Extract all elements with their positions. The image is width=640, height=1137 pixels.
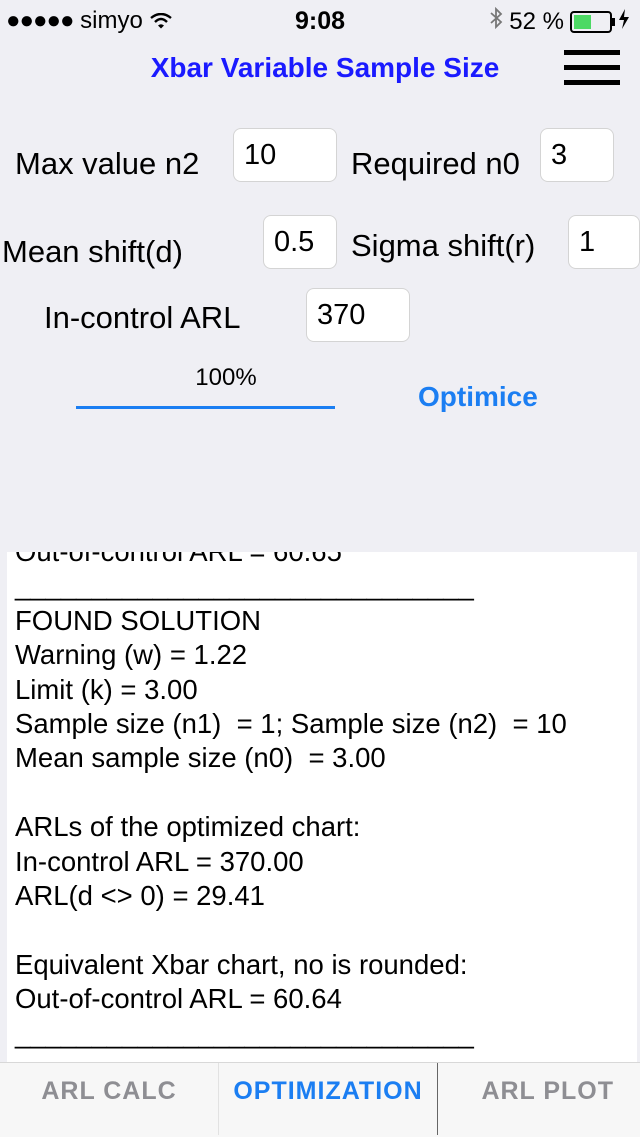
results-text-view[interactable]: Out-of-control ARL = 60.65 _____________…: [7, 552, 637, 1062]
tab-arl-plot[interactable]: ARL PLOT: [438, 1063, 640, 1137]
max-n2-label: Max value n2: [15, 146, 200, 181]
required-n0-label: Required n0: [351, 146, 520, 181]
tab-optimization[interactable]: OPTIMIZATION: [219, 1063, 437, 1137]
page-title: Xbar Variable Sample Size: [150, 52, 500, 83]
progress-fill: [76, 406, 335, 409]
required-n0-input[interactable]: 3: [540, 128, 614, 182]
charging-icon: [618, 8, 630, 36]
battery-icon: [570, 10, 615, 33]
tab-arl-calc[interactable]: ARL CALC: [0, 1063, 218, 1137]
tab-arl-plot-label: ARL PLOT: [481, 1077, 614, 1105]
sigma-shift-input[interactable]: 1: [568, 215, 640, 269]
bluetooth-icon: [489, 6, 503, 36]
in-control-arl-label: In-control ARL: [44, 300, 241, 335]
max-n2-input[interactable]: 10: [233, 128, 337, 182]
tab-bar: ARL CALC OPTIMIZATION ARL PLOT: [0, 1062, 640, 1137]
optimize-button[interactable]: Optimice: [418, 381, 538, 413]
menu-icon[interactable]: [564, 50, 620, 90]
status-bar: ●●●●● simyo 9:08 52 %: [0, 0, 640, 40]
mean-shift-label: Mean shift(d): [2, 234, 183, 269]
sigma-shift-label: Sigma shift(r): [351, 228, 536, 263]
battery-percent: 52 %: [509, 7, 564, 35]
results-text: Out-of-control ARL = 60.65 _____________…: [15, 552, 567, 1049]
progress-percent: 100%: [195, 364, 257, 391]
mean-shift-input[interactable]: 0.5: [263, 215, 337, 269]
progress-bar: [76, 406, 335, 409]
status-right: 52 %: [489, 6, 630, 36]
in-control-arl-input[interactable]: 370: [306, 288, 410, 342]
